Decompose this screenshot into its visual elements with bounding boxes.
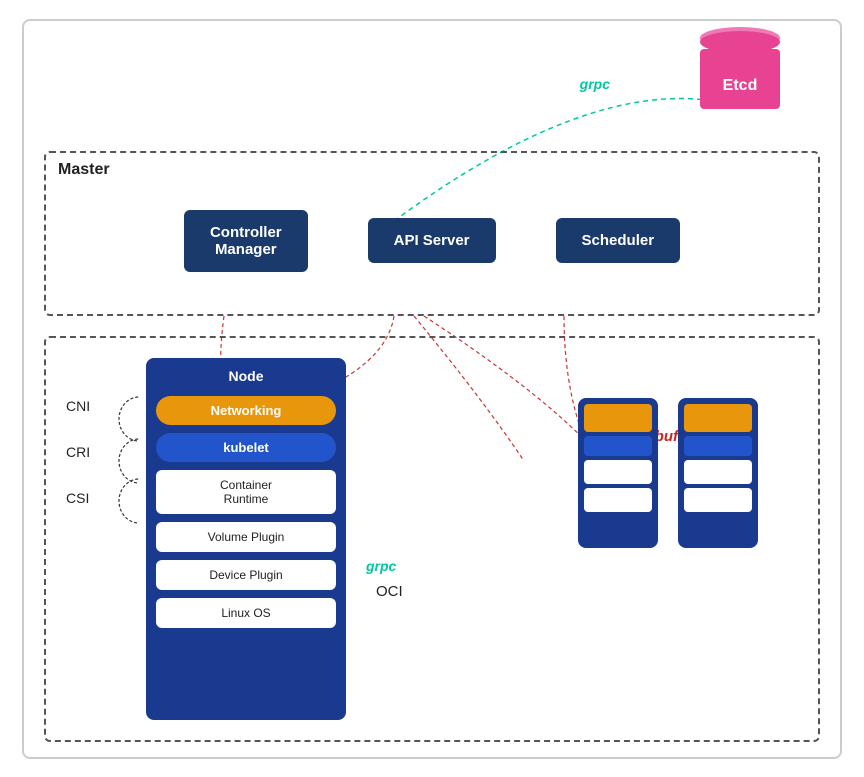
master-components: ControllerManager API Server Scheduler: [61, 163, 803, 304]
mini-node-1-white-2: [584, 488, 652, 512]
kubelet-component: kubelet: [156, 433, 336, 462]
mini-node-2-blue: [684, 436, 752, 456]
cri-label: CRI: [66, 444, 90, 460]
mini-node-1-orange: [584, 404, 652, 432]
device-plugin-component: Device Plugin: [156, 560, 336, 590]
cni-label: CNI: [66, 398, 90, 414]
node-box: Node Networking kubelet ContainerRuntime…: [146, 358, 346, 720]
diagram-container: Etcd grpc Master ControllerManager API S…: [22, 19, 842, 759]
etcd-cylinder: Etcd: [700, 31, 780, 111]
api-server-box: API Server: [368, 218, 496, 263]
linux-os-component: Linux OS: [156, 598, 336, 628]
csi-label: CSI: [66, 490, 90, 506]
oci-label: OCI: [376, 583, 403, 600]
interface-labels: CNI CRI CSI: [66, 398, 90, 506]
mini-node-1-white-1: [584, 460, 652, 484]
master-title: Master: [58, 161, 110, 179]
mini-node-2: [678, 398, 758, 548]
controller-manager-box: ControllerManager: [184, 210, 308, 272]
container-runtime-component: ContainerRuntime: [156, 470, 336, 514]
mini-nodes: [578, 398, 758, 548]
networking-component: Networking: [156, 396, 336, 425]
mini-node-1: [578, 398, 658, 548]
grpc-node-label: grpc: [366, 558, 396, 574]
mini-node-2-orange: [684, 404, 752, 432]
node-section: CNI CRI CSI Node Networking kubelet Cont…: [44, 336, 820, 742]
volume-plugin-component: Volume Plugin: [156, 522, 336, 552]
mini-node-1-blue: [584, 436, 652, 456]
etcd-label: Etcd: [723, 77, 758, 95]
grpc-top-label: grpc: [580, 76, 610, 92]
master-section: Master ControllerManager API Server Sche…: [44, 151, 820, 316]
mini-node-2-white-1: [684, 460, 752, 484]
mini-node-2-white-2: [684, 488, 752, 512]
node-title: Node: [229, 368, 264, 384]
cylinder-body: Etcd: [700, 49, 780, 109]
etcd-component: Etcd: [700, 31, 780, 111]
scheduler-box: Scheduler: [556, 218, 681, 263]
